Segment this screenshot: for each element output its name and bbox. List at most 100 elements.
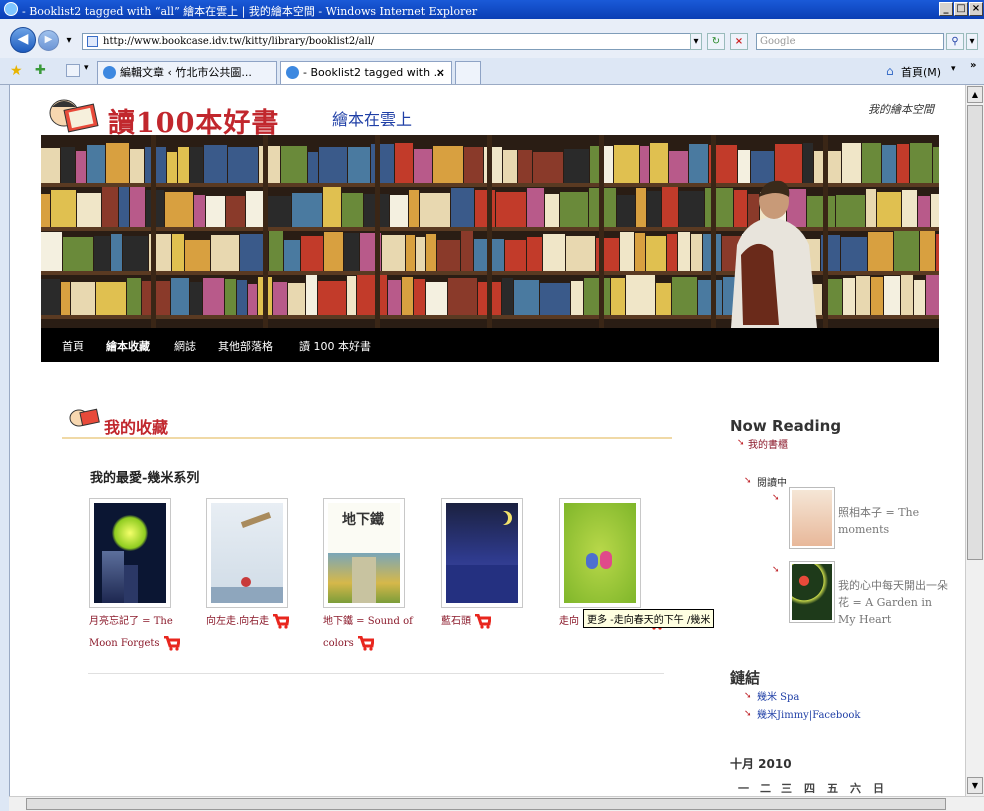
link-jimmy-spa[interactable]: 幾米 Spa bbox=[757, 688, 799, 703]
cart-icon[interactable] bbox=[163, 635, 181, 651]
cart-icon[interactable] bbox=[357, 635, 375, 651]
book-cover-image bbox=[446, 503, 518, 603]
maximize-button[interactable]: □ bbox=[954, 2, 968, 16]
address-url: http://www.bookcase.idv.tw/kitty/library… bbox=[103, 36, 375, 47]
cart-icon[interactable] bbox=[272, 613, 291, 629]
book-title-sound-of-colors[interactable]: 地下鐵 = Sound of colors bbox=[323, 611, 433, 655]
nav-blog[interactable]: 網誌 bbox=[174, 338, 196, 354]
scroll-down-icon[interactable]: ▼ bbox=[967, 777, 983, 794]
horizontal-scrollbar[interactable] bbox=[9, 796, 984, 811]
tab-booklist[interactable]: - Booklist2 tagged with ... × bbox=[280, 61, 452, 84]
book-title-blue-stone[interactable]: 藍石頭 bbox=[441, 611, 551, 633]
bullet-icon: ➘ bbox=[744, 709, 752, 719]
book-cover-image bbox=[564, 503, 636, 603]
chevron-more-icon[interactable]: » bbox=[970, 60, 976, 71]
bullet-icon: ➘ bbox=[772, 493, 780, 503]
scrollbar-thumb[interactable] bbox=[967, 105, 983, 560]
book-title-turn-left-right[interactable]: 向左走.向右走 bbox=[206, 611, 316, 633]
book-title-line1[interactable]: 藍石頭 bbox=[441, 616, 471, 627]
book-title-line1[interactable]: 走向 bbox=[559, 616, 579, 627]
reading-book-cover-garden[interactable] bbox=[789, 561, 835, 623]
nav-read-100[interactable]: 讀 100 本好書 bbox=[299, 338, 371, 354]
search-icon[interactable]: ⚲ bbox=[946, 33, 964, 50]
book-cover-moon-forgets[interactable] bbox=[89, 498, 171, 608]
calendar-weekday: 五 bbox=[827, 782, 838, 795]
calendar-heading: 十月 2010 bbox=[730, 757, 792, 771]
minimize-button[interactable]: _ bbox=[939, 2, 953, 16]
reading-book-cover-moments[interactable] bbox=[789, 487, 835, 549]
tab-edit-article[interactable]: 編輯文章 ‹ 竹北市公共圖... bbox=[97, 61, 277, 84]
reading-label: 閱讀中 bbox=[757, 478, 787, 489]
book-cover-spring-afternoon[interactable] bbox=[559, 498, 641, 608]
scroll-up-icon[interactable]: ▲ bbox=[967, 86, 983, 103]
nav-other-blogs[interactable]: 其他部落格 bbox=[218, 338, 273, 354]
new-tab-button[interactable] bbox=[455, 61, 481, 84]
search-options-icon[interactable]: ▾ bbox=[966, 33, 978, 50]
book-title-line1[interactable]: 向左走.向右走 bbox=[206, 616, 269, 627]
cart-icon[interactable] bbox=[474, 613, 492, 629]
close-button[interactable]: × bbox=[969, 2, 983, 16]
vertical-scrollbar[interactable]: ▲ ▼ bbox=[965, 85, 984, 796]
close-tab-icon[interactable]: × bbox=[436, 62, 445, 83]
book-title-line1[interactable]: 地下鐵 = Sound of bbox=[323, 616, 413, 627]
address-dropdown-icon[interactable]: ▾ bbox=[690, 33, 702, 50]
bullet-icon: ➘ bbox=[744, 691, 752, 701]
nav-home[interactable]: 首頁 bbox=[62, 338, 84, 354]
stop-icon[interactable]: × bbox=[730, 33, 748, 50]
reading-book-title[interactable]: 照相本子 = The moments bbox=[838, 504, 950, 538]
reading-kid-logo-icon bbox=[49, 99, 99, 133]
reading-book-title[interactable]: 我的心中每天開出一朵花 = A Garden in My Heart bbox=[838, 577, 950, 628]
quick-tabs-icon[interactable] bbox=[66, 64, 80, 77]
refresh-icon[interactable]: ↻ bbox=[707, 33, 725, 50]
book-title-line2[interactable]: colors bbox=[323, 638, 354, 649]
calendar-weekday: 日 bbox=[873, 782, 884, 795]
window-title: - Booklist2 tagged with “all” 繪本在雲上 | 我的… bbox=[22, 5, 478, 18]
back-button[interactable]: ◀ bbox=[10, 27, 36, 53]
calendar-weekday: 六 bbox=[850, 782, 861, 795]
page-viewport: 讀100本好書 繪本在雲上 我的繪本空間 首頁 繪本收藏 網誌 其他部落格 讀 … bbox=[9, 85, 966, 796]
ie-tab-icon bbox=[286, 66, 299, 79]
book-cover-image: 地下鐵 bbox=[328, 503, 400, 603]
book-title-moon-forgets[interactable]: 月亮忘記了 = The Moon Forgets bbox=[89, 611, 199, 655]
home-dropdown-icon[interactable]: ▾ bbox=[951, 64, 956, 74]
bullet-icon: ➘ bbox=[772, 565, 780, 575]
book-title-line1[interactable]: 月亮忘記了 = The bbox=[89, 616, 173, 627]
header-banner-image bbox=[41, 135, 939, 328]
link-jimmy-facebook[interactable]: 幾米Jimmy|Facebook bbox=[757, 706, 860, 721]
home-icon[interactable]: ⌂ bbox=[886, 64, 894, 78]
forward-button[interactable]: ▶ bbox=[38, 30, 59, 51]
add-favorites-icon[interactable]: ✚ bbox=[35, 63, 46, 78]
main-nav: 首頁 繪本收藏 網誌 其他部落格 讀 100 本好書 bbox=[41, 328, 939, 362]
tab-label: 編輯文章 ‹ 竹北市公共圖... bbox=[120, 66, 252, 79]
search-placeholder: Google bbox=[760, 36, 796, 47]
book-cover-blue-stone[interactable] bbox=[441, 498, 523, 608]
scrollbar-thumb[interactable] bbox=[26, 798, 946, 810]
window-title-bar[interactable]: - Booklist2 tagged with “all” 繪本在雲上 | 我的… bbox=[0, 0, 984, 19]
book-cover-sound-of-colors[interactable]: 地下鐵 bbox=[323, 498, 405, 608]
book-cover-image bbox=[94, 503, 166, 603]
tab-label: - Booklist2 tagged with ... bbox=[303, 66, 445, 79]
address-input[interactable]: http://www.bookcase.idv.tw/kitty/library… bbox=[82, 33, 700, 50]
links-heading: 鏈結 bbox=[730, 669, 761, 687]
window-frame-left bbox=[0, 85, 9, 811]
home-label[interactable]: 首頁(M) bbox=[901, 64, 941, 80]
book-title-line2[interactable]: Moon Forgets bbox=[89, 638, 160, 649]
calendar-weekday: 二 bbox=[760, 782, 771, 795]
calendar-weekday: 四 bbox=[804, 782, 815, 795]
ie-tab-icon bbox=[103, 66, 116, 79]
site-subtitle[interactable]: 繪本在雲上 bbox=[332, 106, 412, 130]
page-icon bbox=[87, 36, 98, 47]
favorites-star-icon[interactable]: ★ bbox=[10, 63, 23, 79]
book-cover-turn-left-right[interactable] bbox=[206, 498, 288, 608]
reading-kid-icon bbox=[69, 408, 100, 427]
history-dropdown-icon[interactable]: ▾ bbox=[62, 33, 76, 50]
site-tagline: 我的繪本空間 bbox=[868, 103, 934, 116]
nav-collection[interactable]: 繪本收藏 bbox=[106, 338, 150, 354]
search-input[interactable]: Google bbox=[756, 33, 944, 50]
booklist-heading: 我的最愛-幾米系列 bbox=[90, 471, 200, 486]
bookshelf-link[interactable]: 我的書櫃 bbox=[748, 436, 788, 451]
bookshelf-illustration bbox=[41, 135, 939, 328]
calendar-weekday: 一 bbox=[738, 782, 749, 795]
tab-list-icon[interactable]: ▾ bbox=[84, 63, 89, 73]
now-reading-heading: Now Reading bbox=[730, 417, 842, 435]
